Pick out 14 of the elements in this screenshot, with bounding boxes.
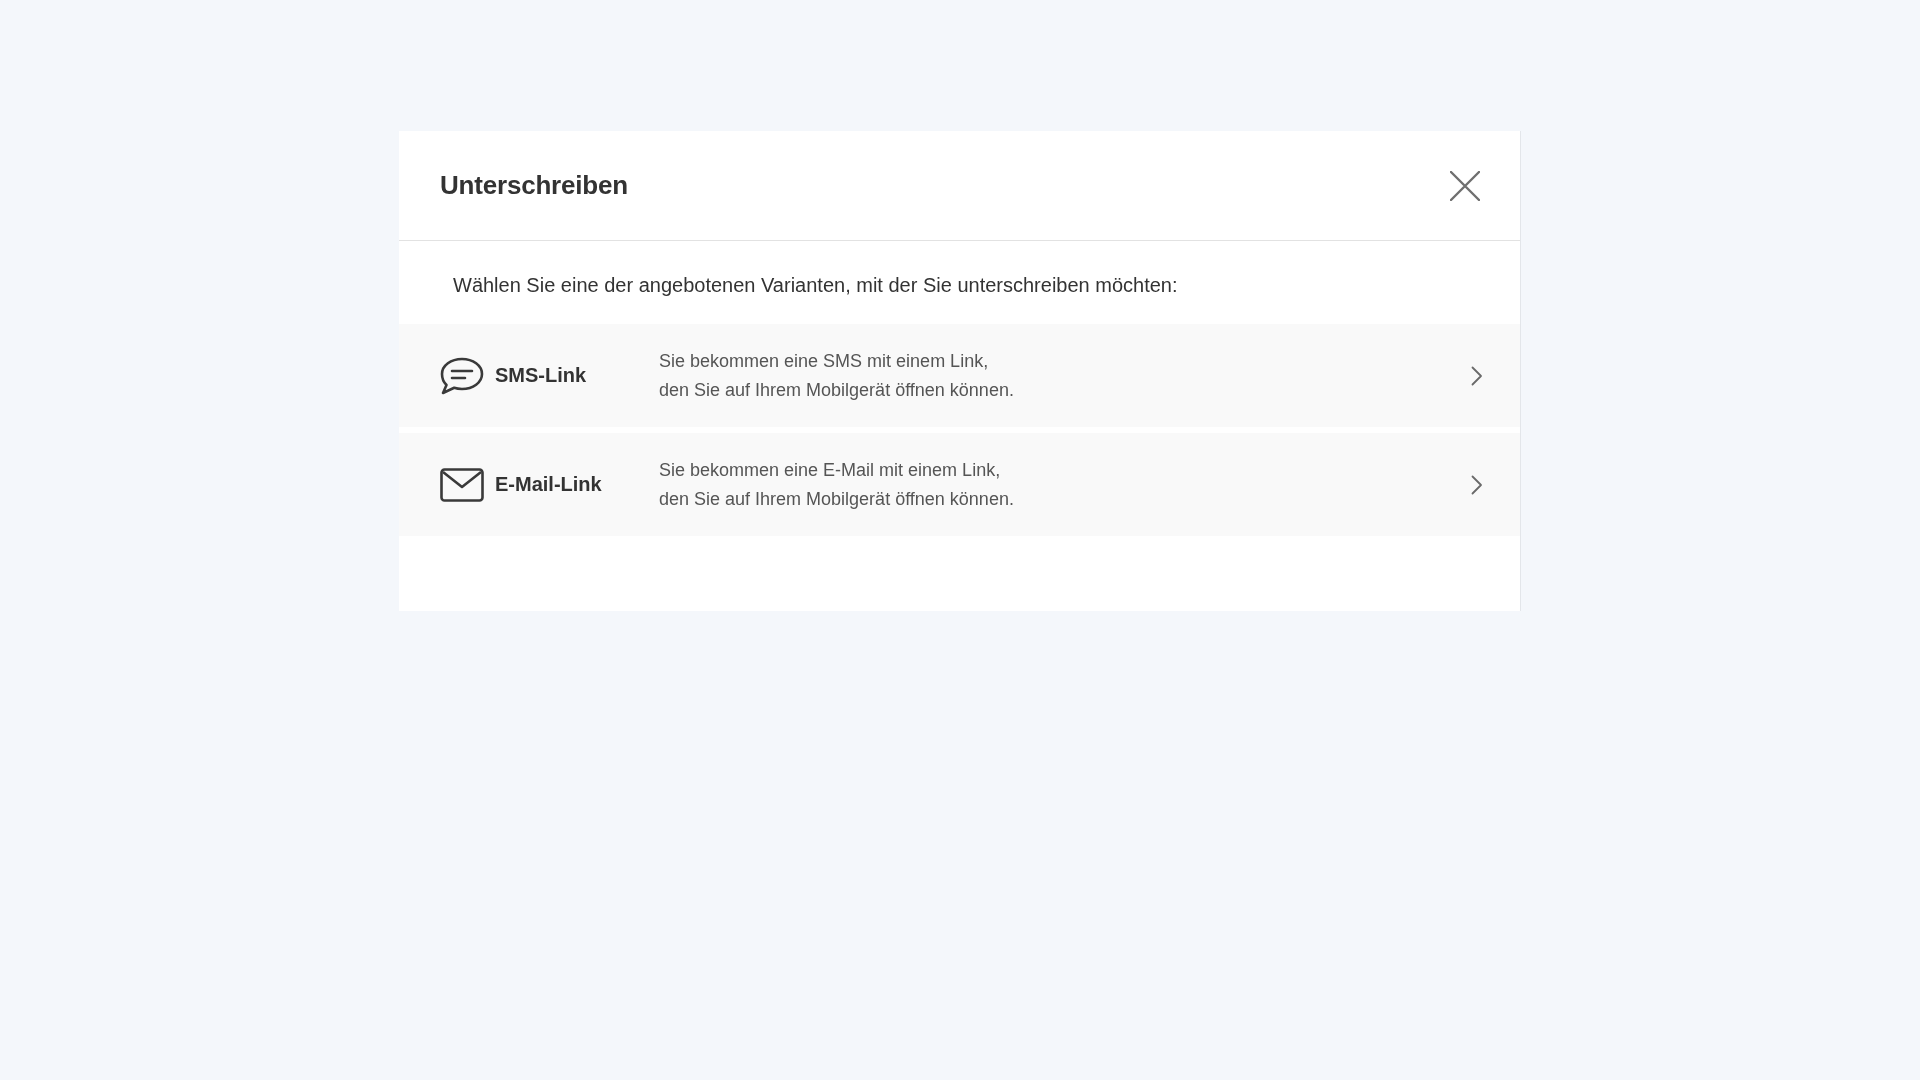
envelope-icon <box>440 467 484 502</box>
option-description: Sie bekommen eine E-Mail mit einem Link, den Sie auf Ihrem Mobilgerät öffnen können. <box>659 458 1015 511</box>
chevron-right-icon <box>1471 365 1483 386</box>
option-label: SMS-Link <box>495 364 587 387</box>
option-row[interactable]: SMS-Link Sie bekommen eine SMS mit einem Link, den Sie auf Ihrem Mobilgerät öffnen können. <box>399 324 1520 427</box>
dialog-title: Unterschreiben <box>440 170 628 201</box>
instruction-text: Wählen Sie eine der angebotenen Varianten, mit der Sie unterschreiben möchten: <box>452 273 1179 298</box>
close-icon <box>1450 170 1480 201</box>
chevron-right-icon <box>1471 474 1483 495</box>
speech-bubble-icon <box>440 356 484 395</box>
close-button[interactable] <box>1448 168 1482 203</box>
option-description: Sie bekommen eine SMS mit einem Link, den Sie auf Ihrem Mobilgerät öffnen können. <box>659 349 1015 402</box>
option-label: E-Mail-Link <box>495 473 602 496</box>
option-row[interactable]: E-Mail-Link Sie bekommen eine E-Mail mit einem Link, den Sie auf Ihrem Mobilgerät öffnen können. <box>399 433 1520 536</box>
